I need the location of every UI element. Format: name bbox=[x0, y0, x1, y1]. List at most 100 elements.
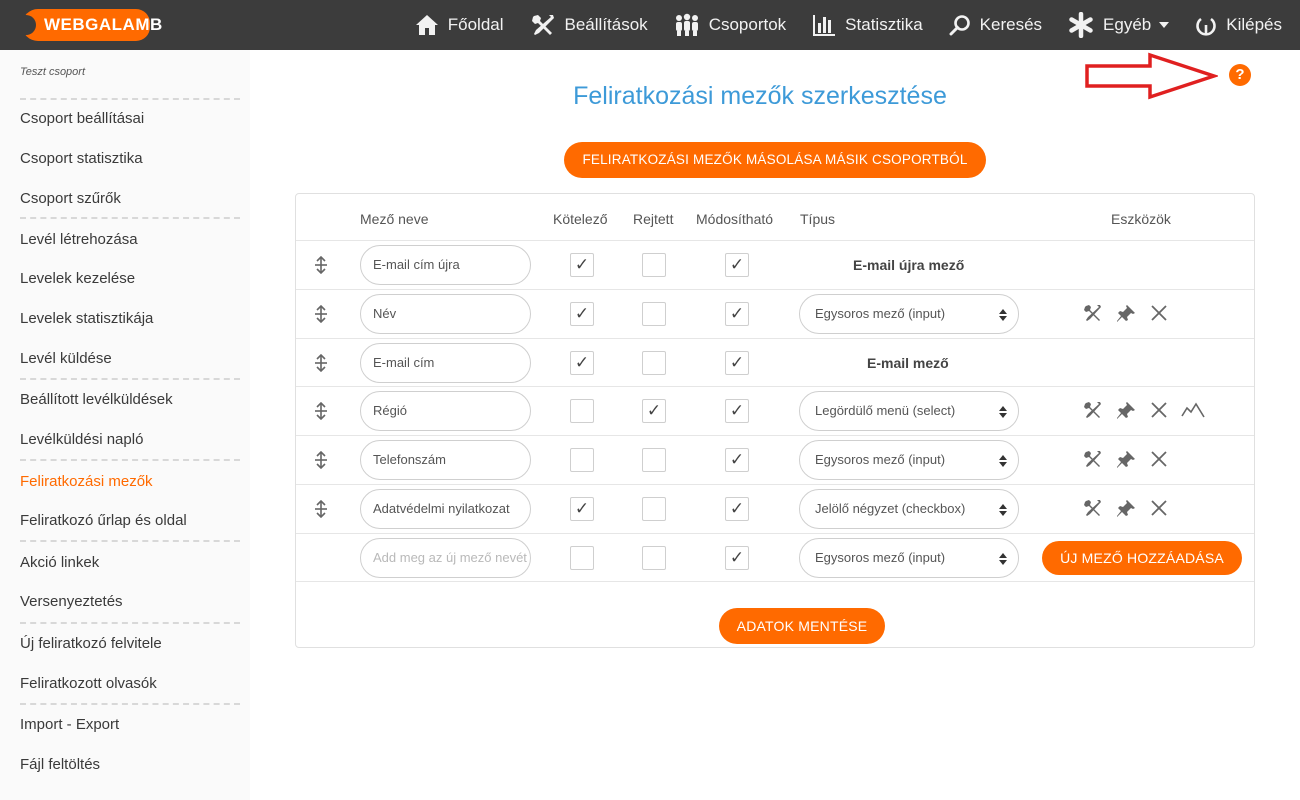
sidebar-item-split-test[interactable]: Versenyeztetés bbox=[20, 593, 123, 610]
editable-checkbox[interactable]: ✓ bbox=[725, 497, 749, 521]
webgalamb-logo[interactable]: WEBGALAMB bbox=[22, 9, 162, 41]
sidebar-item-send-log[interactable]: Levélküldési napló bbox=[20, 431, 143, 448]
sidebar-item-letter-statistics[interactable]: Levelek statisztikája bbox=[20, 310, 153, 327]
settings-tools-icon[interactable] bbox=[1083, 401, 1103, 421]
sidebar-item-file-upload[interactable]: Fájl feltöltés bbox=[20, 756, 100, 773]
table-row: Adatvédelmi nyilatkozat ✓ ✓ Jelölő négyz… bbox=[296, 484, 1254, 533]
statistics-line-icon[interactable] bbox=[1181, 401, 1205, 419]
drag-handle-icon[interactable] bbox=[313, 451, 329, 469]
pin-icon[interactable] bbox=[1116, 450, 1136, 470]
required-checkbox[interactable] bbox=[570, 399, 594, 423]
new-field-type-select[interactable]: Egysoros mező (input) bbox=[799, 538, 1019, 578]
required-checkbox[interactable]: ✓ bbox=[570, 302, 594, 326]
home-icon bbox=[415, 15, 438, 35]
save-data-button[interactable]: ADATOK MENTÉSE bbox=[719, 608, 885, 644]
drag-handle-icon[interactable] bbox=[313, 305, 329, 323]
hidden-checkbox[interactable] bbox=[642, 497, 666, 521]
nav-search-label: Keresés bbox=[979, 15, 1043, 34]
required-checkbox[interactable]: ✓ bbox=[570, 497, 594, 521]
field-type-select[interactable]: Jelölő négyzet (checkbox) bbox=[799, 489, 1019, 529]
nav-other[interactable]: Egyéb bbox=[1068, 12, 1170, 38]
editable-checkbox[interactable]: ✓ bbox=[725, 351, 749, 375]
table-row: E-mail cím ✓ ✓ E-mail mező bbox=[296, 338, 1254, 387]
search-icon bbox=[949, 15, 970, 36]
table-row: E-mail cím újra ✓ ✓ E-mail újra mező bbox=[296, 240, 1254, 289]
power-icon bbox=[1196, 17, 1216, 36]
drag-handle-icon[interactable] bbox=[313, 354, 329, 372]
drag-handle-icon[interactable] bbox=[313, 402, 329, 420]
settings-tools-icon[interactable] bbox=[1083, 450, 1103, 470]
nav-groups[interactable]: Csoportok bbox=[674, 13, 786, 37]
hidden-checkbox[interactable] bbox=[642, 253, 666, 277]
sidebar-item-import-export[interactable]: Import - Export bbox=[20, 716, 119, 733]
field-name-input[interactable]: Név bbox=[360, 294, 531, 334]
sidebar-item-group-settings[interactable]: Csoport beállításai bbox=[20, 110, 144, 127]
field-type-select[interactable]: Egysoros mező (input) bbox=[799, 294, 1019, 334]
hidden-checkbox[interactable] bbox=[642, 546, 666, 570]
pin-icon[interactable] bbox=[1116, 499, 1136, 519]
delete-x-icon[interactable] bbox=[1150, 499, 1168, 517]
nav-home[interactable]: Főoldal bbox=[415, 14, 504, 36]
field-name-input[interactable]: E-mail cím újra bbox=[360, 245, 531, 285]
delete-x-icon[interactable] bbox=[1150, 450, 1168, 468]
sidebar-item-create-letter[interactable]: Levél létrehozása bbox=[20, 231, 138, 248]
editable-checkbox[interactable]: ✓ bbox=[725, 546, 749, 570]
sidebar-item-send-letter[interactable]: Levél küldése bbox=[20, 350, 112, 367]
hidden-checkbox[interactable]: ✓ bbox=[642, 399, 666, 423]
sidebar-item-subscription-form[interactable]: Feliratkozó űrlap és oldal bbox=[20, 512, 187, 529]
editable-checkbox[interactable]: ✓ bbox=[725, 302, 749, 326]
nav-settings[interactable]: Beállítások bbox=[530, 13, 648, 37]
drag-handle-icon[interactable] bbox=[313, 500, 329, 518]
required-checkbox[interactable] bbox=[570, 546, 594, 570]
sidebar-group-title: Teszt csoport bbox=[20, 66, 86, 78]
hidden-checkbox[interactable] bbox=[642, 351, 666, 375]
delete-x-icon[interactable] bbox=[1150, 304, 1168, 322]
sidebar-item-action-links[interactable]: Akció linkek bbox=[20, 554, 99, 571]
required-checkbox[interactable] bbox=[570, 448, 594, 472]
sidebar-divider bbox=[20, 378, 240, 380]
pin-icon[interactable] bbox=[1116, 304, 1136, 324]
sidebar-divider bbox=[20, 217, 240, 219]
field-type-select[interactable]: Egysoros mező (input) bbox=[799, 440, 1019, 480]
asterisk-icon bbox=[1069, 12, 1093, 38]
nav-settings-label: Beállítások bbox=[564, 15, 648, 34]
sidebar-divider bbox=[20, 703, 240, 705]
pin-icon[interactable] bbox=[1116, 401, 1136, 421]
field-name-input[interactable]: Telefonszám bbox=[360, 440, 531, 480]
field-name-input[interactable]: Adatvédelmi nyilatkozat bbox=[360, 489, 531, 529]
field-name-input[interactable]: E-mail cím bbox=[360, 343, 531, 383]
table-row: Régió ✓ ✓ Legördülő menü (select) bbox=[296, 386, 1254, 435]
sidebar-item-subscribers[interactable]: Feliratkozott olvasók bbox=[20, 675, 157, 692]
field-type-label: E-mail újra mező bbox=[853, 257, 965, 273]
help-icon[interactable]: ? bbox=[1229, 64, 1251, 86]
settings-tools-icon[interactable] bbox=[1083, 499, 1103, 519]
hidden-checkbox[interactable] bbox=[642, 302, 666, 326]
sidebar-item-subscription-fields[interactable]: Feliratkozási mezők bbox=[20, 473, 153, 490]
sidebar-item-manage-letters[interactable]: Levelek kezelése bbox=[20, 270, 135, 287]
required-checkbox[interactable]: ✓ bbox=[570, 253, 594, 277]
nav-statistics[interactable]: Statisztika bbox=[812, 13, 923, 37]
copy-fields-from-other-group-button[interactable]: FELIRATKOZÁSI MEZŐK MÁSOLÁSA MÁSIK CSOPO… bbox=[564, 142, 986, 178]
select-arrows-icon bbox=[999, 504, 1007, 516]
delete-x-icon[interactable] bbox=[1150, 401, 1168, 419]
sidebar-item-group-filters[interactable]: Csoport szűrők bbox=[20, 190, 121, 207]
new-field-name-input[interactable]: Add meg az új mező nevét bbox=[360, 538, 531, 578]
hidden-checkbox[interactable] bbox=[642, 448, 666, 472]
sidebar-item-scheduled-sends[interactable]: Beállított levélküldések bbox=[20, 391, 173, 408]
add-new-field-button[interactable]: ÚJ MEZŐ HOZZÁADÁSA bbox=[1042, 541, 1242, 575]
drag-handle-icon[interactable] bbox=[313, 256, 329, 274]
editable-checkbox[interactable]: ✓ bbox=[725, 253, 749, 277]
chevron-down-icon bbox=[1159, 22, 1170, 28]
nav-groups-label: Csoportok bbox=[708, 15, 787, 34]
settings-tools-icon[interactable] bbox=[1083, 304, 1103, 324]
sidebar-item-group-statistics[interactable]: Csoport statisztika bbox=[20, 150, 143, 167]
required-checkbox[interactable]: ✓ bbox=[570, 351, 594, 375]
sidebar-item-add-subscriber[interactable]: Új feliratkozó felvitele bbox=[20, 635, 162, 652]
editable-checkbox[interactable]: ✓ bbox=[725, 399, 749, 423]
field-type-select[interactable]: Legördülő menü (select) bbox=[799, 391, 1019, 431]
select-arrows-icon bbox=[999, 309, 1007, 321]
nav-logout[interactable]: Kilépés bbox=[1195, 13, 1282, 37]
editable-checkbox[interactable]: ✓ bbox=[725, 448, 749, 472]
nav-search[interactable]: Keresés bbox=[949, 14, 1042, 36]
field-name-input[interactable]: Régió bbox=[360, 391, 531, 431]
